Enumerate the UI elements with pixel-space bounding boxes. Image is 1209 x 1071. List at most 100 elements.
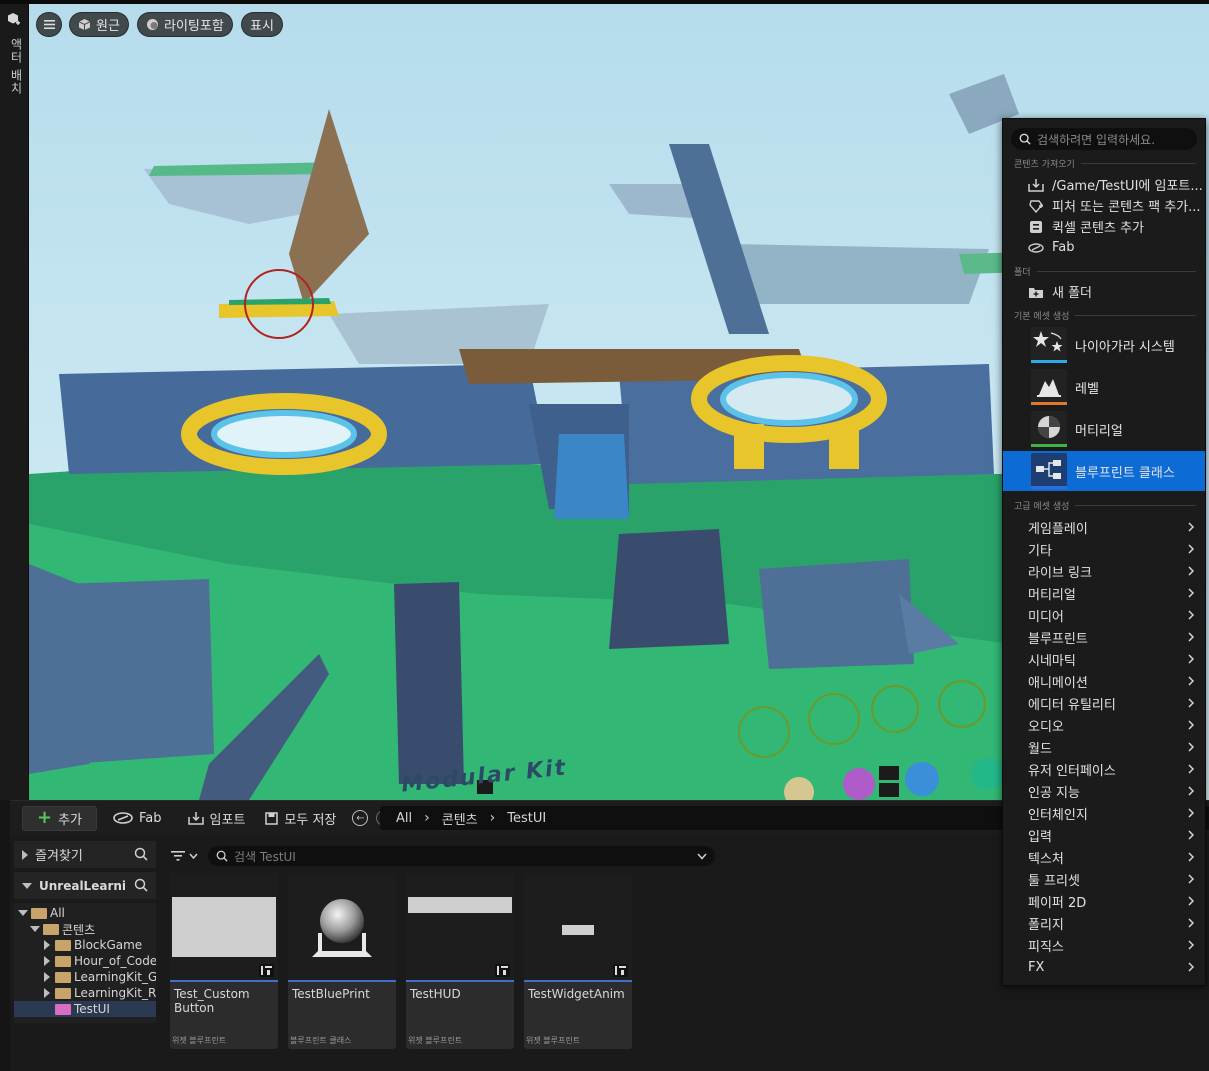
place-actor-tab[interactable]: 액터 배치 — [8, 38, 25, 95]
submenu-item[interactable]: 머티리얼 — [1003, 582, 1205, 604]
breadcrumb-item-all[interactable]: All — [396, 811, 412, 826]
menu-item-level[interactable]: 레벨 — [1003, 367, 1205, 407]
section-import: 콘텐츠 가져오기 — [1014, 157, 1196, 170]
asset-tile[interactable]: TestWidgetAnim 위젯 블루프린트 — [524, 873, 632, 1049]
lighting-mode-button[interactable]: 라이팅포함 — [137, 12, 233, 37]
submenu-item[interactable]: 유저 인터페이스 — [1003, 758, 1205, 780]
submenu-item[interactable]: 폴리지 — [1003, 912, 1205, 934]
folder-tree-item[interactable]: All — [14, 905, 156, 921]
submenu-item[interactable]: 인터체인지 — [1003, 802, 1205, 824]
add-menu: 검색하려면 입력하세요. 콘텐츠 가져오기 /Game/TestUI에 임포트.… — [1002, 118, 1206, 986]
asset-type-underline — [524, 980, 632, 982]
chevron-right-icon[interactable]: › — [490, 810, 496, 826]
menu-item-blueprint-class[interactable]: 블루프린트 클래스 — [1003, 451, 1205, 491]
filter-button[interactable] — [170, 846, 202, 866]
search-icon[interactable] — [134, 847, 148, 861]
filter-icon — [171, 851, 185, 861]
submenu-item[interactable]: 에디터 유틸리티 — [1003, 692, 1205, 714]
import-button[interactable]: 임포트 — [178, 806, 256, 831]
submenu-item[interactable]: FX — [1003, 956, 1205, 978]
submenu-item[interactable]: 오디오 — [1003, 714, 1205, 736]
add-button[interactable]: + 추가 — [22, 805, 98, 831]
submenu-item[interactable]: 텍스처 — [1003, 846, 1205, 868]
asset-tile[interactable]: TestBluePrint 블루프린트 클래스 — [288, 873, 396, 1049]
menu-item-fab[interactable]: Fab — [1003, 237, 1205, 258]
expand-arrow-icon[interactable] — [44, 956, 50, 966]
folder-tree-item[interactable]: BlockGame — [14, 937, 156, 953]
folder-tree-item[interactable]: TestUI — [14, 1001, 156, 1017]
asset-search-input[interactable]: 검색 TestUI — [208, 846, 715, 866]
expand-arrow-icon[interactable] — [44, 988, 50, 998]
submenu-item[interactable]: 입력 — [1003, 824, 1205, 846]
search-placeholder: 검색 TestUI — [234, 849, 296, 864]
asset-type: 블루프린트 클래스 — [290, 1036, 352, 1045]
folder-tree-item[interactable]: 콘텐츠 — [14, 921, 156, 937]
menu-item-niagara[interactable]: 나이아가라 시스템 — [1003, 325, 1205, 365]
submenu-item[interactable]: 라이브 링크 — [1003, 560, 1205, 582]
widget-blueprint-icon — [259, 964, 274, 977]
submenu-item[interactable]: 시네마틱 — [1003, 648, 1205, 670]
submenu-item[interactable]: 툴 프리셋 — [1003, 868, 1205, 890]
breadcrumb-item-content[interactable]: 콘텐츠 — [442, 809, 478, 828]
asset-type: 위젯 블루프린트 — [172, 1036, 227, 1045]
place-actor-icon[interactable] — [7, 12, 21, 28]
project-header[interactable]: UnrealLearning — [14, 872, 156, 899]
submenu-item[interactable]: 블루프린트 — [1003, 626, 1205, 648]
folder-tree-item[interactable]: Hour_of_Code — [14, 953, 156, 969]
submenu-item[interactable]: 기타 — [1003, 538, 1205, 560]
search-icon[interactable] — [134, 878, 148, 892]
fab-button[interactable]: Fab — [103, 806, 172, 831]
submenu-item[interactable]: 인공 지능 — [1003, 780, 1205, 802]
niagara-icon — [1031, 327, 1067, 363]
collapse-arrow-icon[interactable] — [18, 910, 28, 916]
arrow-left-icon: ← — [356, 812, 365, 824]
chevron-right-icon — [1188, 654, 1194, 664]
viewport-menu-button[interactable] — [36, 12, 62, 37]
favorites-header[interactable]: 즐겨찾기 — [14, 841, 156, 868]
material-icon — [1031, 411, 1067, 447]
menu-search-input[interactable]: 검색하려면 입력하세요. — [1011, 128, 1197, 150]
folder-label: All — [50, 906, 65, 920]
chevron-right-icon — [1188, 544, 1194, 554]
submenu-item[interactable]: 피직스 — [1003, 934, 1205, 956]
folder-icon — [55, 1003, 71, 1015]
menu-item-import[interactable]: /Game/TestUI에 임포트... — [1003, 174, 1205, 195]
submenu-label: 인터체인지 — [1028, 807, 1088, 823]
submenu-item[interactable]: 애니메이션 — [1003, 670, 1205, 692]
submenu-item[interactable]: 페이퍼 2D — [1003, 890, 1205, 912]
section-basic-label: 기본 에셋 생성 — [1014, 312, 1070, 322]
menu-item-feature-pack[interactable]: 피처 또는 콘텐츠 팩 추가... — [1003, 195, 1205, 216]
save-icon — [265, 811, 279, 825]
breadcrumb-item-testui[interactable]: TestUI — [507, 811, 546, 826]
chevron-right-icon — [1188, 764, 1194, 774]
sphere-icon — [312, 899, 372, 957]
folder-tree-item[interactable]: LearningKit_Ro — [14, 985, 156, 1001]
submenu-label: 피직스 — [1028, 939, 1064, 955]
asset-type: 위젯 블루프린트 — [408, 1036, 463, 1045]
back-button[interactable]: ← — [352, 810, 369, 826]
asset-tile[interactable]: Test_Custom Button 위젯 블루프린트 — [170, 873, 278, 1049]
save-all-button[interactable]: 모두 저장 — [255, 806, 346, 831]
perspective-button[interactable]: 원근 — [69, 12, 129, 37]
menu-item-quixel[interactable]: 퀵셀 콘텐츠 추가 — [1003, 216, 1205, 237]
submenu-item[interactable]: 월드 — [1003, 736, 1205, 758]
expand-arrow-icon[interactable] — [44, 940, 50, 950]
sources-panel: 즐겨찾기 UnrealLearning All 콘텐츠BlockGame Hour_… — [14, 841, 156, 1071]
menu-item-new-folder[interactable]: 새 폴더 — [1003, 281, 1205, 302]
chevron-right-icon[interactable]: › — [424, 810, 430, 826]
folder-icon — [31, 907, 47, 919]
folder-label: Hour_of_Code — [74, 954, 156, 968]
submenu-item[interactable]: 게임플레이 — [1003, 516, 1205, 538]
submenu-label: 텍스처 — [1028, 851, 1064, 867]
show-button[interactable]: 표시 — [241, 12, 283, 37]
expand-arrow-icon[interactable] — [44, 972, 50, 982]
asset-tile[interactable]: TestHUD 위젯 블루프린트 — [406, 873, 514, 1049]
chevron-right-icon — [1188, 852, 1194, 862]
submenu-item[interactable]: 미디어 — [1003, 604, 1205, 626]
chevron-down-icon[interactable] — [697, 853, 707, 860]
collapse-arrow-icon[interactable] — [30, 926, 40, 932]
folder-tree-item[interactable]: LearningKit_Ga — [14, 969, 156, 985]
menu-item-material[interactable]: 머티리얼 — [1003, 409, 1205, 449]
asset-type-underline — [406, 980, 514, 982]
submenu-label: 월드 — [1028, 741, 1052, 757]
